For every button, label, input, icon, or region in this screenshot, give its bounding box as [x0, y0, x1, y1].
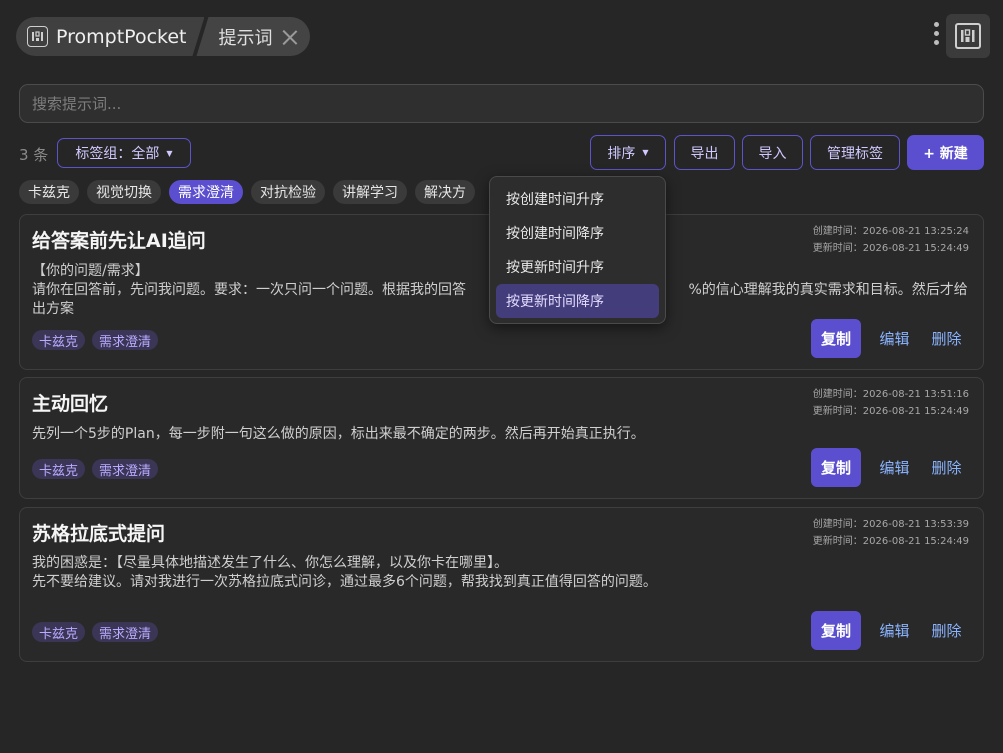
tag-filter-chip[interactable]: 对抗检验	[251, 180, 325, 204]
updated-time: 更新时间：2026-08-21 15:24:49	[812, 406, 969, 417]
export-button[interactable]: 导出	[674, 135, 735, 170]
card-actions: 复制 编辑 删除	[811, 448, 965, 487]
prompt-body: 先列一个5步的Plan，每一步附一句这么做的原因，标出来最不确定的两步。然后再开…	[32, 426, 645, 442]
prompt-tag: 卡兹克	[32, 330, 86, 350]
created-time: 创建时间：2026-08-21 13:53:39	[812, 519, 969, 530]
caret-down-icon: ▼	[166, 148, 173, 158]
result-count: 3 条	[19, 146, 49, 164]
search-input[interactable]	[19, 84, 984, 123]
tag-filter-chip[interactable]: 卡兹克	[19, 180, 79, 204]
prompt-timestamps: 创建时间：2026-08-21 13:25:24 更新时间：2026-08-21…	[813, 223, 969, 257]
sort-option-created-desc[interactable]: 按创建时间降序	[496, 216, 659, 250]
tag-filter-chip-active[interactable]: 需求澄清	[169, 180, 243, 204]
app-title: PromptPocket	[56, 25, 187, 48]
prompt-card[interactable]: 苏格拉底式提问 创建时间：2026-08-21 13:53:39 更新时间：20…	[19, 507, 984, 662]
import-button[interactable]: 导入	[742, 135, 803, 170]
updated-time: 更新时间：2026-08-21 15:24:49	[812, 243, 969, 254]
created-time: 创建时间：2026-08-21 13:51:16	[812, 389, 969, 400]
sort-button[interactable]: 排序 ▼	[590, 135, 666, 170]
sort-option-updated-asc[interactable]: 按更新时间升序	[496, 250, 659, 284]
tag-group-label: 标签组：全部	[75, 146, 160, 162]
tag-filter-bar: 卡兹克 视觉切换 需求澄清 对抗检验 讲解学习 解决方	[19, 180, 475, 204]
prompt-card[interactable]: 主动回忆 创建时间：2026-08-21 13:51:16 更新时间：2026-…	[19, 377, 984, 499]
tag-filter-chip[interactable]: 讲解学习	[333, 180, 407, 204]
kebab-menu-icon[interactable]	[931, 22, 941, 50]
prompt-tag: 卡兹克	[32, 459, 86, 479]
delete-link[interactable]: 删除	[928, 328, 965, 349]
binary-toggle-button[interactable]	[946, 14, 990, 58]
prompt-title: 主动回忆	[32, 393, 109, 415]
created-time: 创建时间：2026-08-21 13:25:24	[812, 226, 969, 237]
copy-button[interactable]: 复制	[811, 448, 861, 487]
prompt-tag: 需求澄清	[92, 330, 159, 350]
copy-button[interactable]: 复制	[811, 319, 861, 358]
edit-link[interactable]: 编辑	[876, 328, 913, 349]
tag-filter-chip[interactable]: 解决方	[415, 180, 475, 204]
card-actions: 复制 编辑 删除	[811, 319, 965, 358]
binary-icon	[27, 26, 48, 47]
prompt-title: 给答案前先让AI追问	[32, 230, 206, 252]
prompt-tag: 需求澄清	[92, 622, 159, 642]
prompt-timestamps: 创建时间：2026-08-21 13:53:39 更新时间：2026-08-21…	[813, 516, 969, 550]
sort-dropdown-menu: 按创建时间升序 按创建时间降序 按更新时间升序 按更新时间降序	[489, 176, 666, 324]
delete-link[interactable]: 删除	[928, 620, 965, 641]
tag-filter-chip[interactable]: 视觉切换	[87, 180, 161, 204]
prompt-tags: 卡兹克 需求澄清	[32, 330, 159, 350]
updated-time: 更新时间：2026-08-21 15:24:49	[812, 536, 969, 547]
tab-label: 提示词	[218, 27, 273, 49]
prompt-tags: 卡兹克 需求澄清	[32, 622, 159, 642]
app-title-tab[interactable]: PromptPocket	[16, 17, 204, 56]
tag-group-select[interactable]: 标签组：全部 ▼	[57, 138, 191, 168]
card-actions: 复制 编辑 删除	[811, 611, 965, 650]
prompt-tags: 卡兹克 需求澄清	[32, 459, 159, 479]
sort-option-created-asc[interactable]: 按创建时间升序	[496, 182, 659, 216]
prompt-timestamps: 创建时间：2026-08-21 13:51:16 更新时间：2026-08-21…	[813, 386, 969, 420]
prompt-tag: 卡兹克	[32, 622, 86, 642]
prompt-title: 苏格拉底式提问	[32, 523, 166, 545]
sort-label: 排序	[607, 145, 636, 162]
prompt-tag: 需求澄清	[92, 459, 159, 479]
binary-icon	[955, 23, 981, 49]
close-icon[interactable]	[282, 29, 298, 45]
title-bar: PromptPocket 提示词	[16, 17, 311, 56]
caret-down-icon: ▼	[642, 148, 649, 157]
manage-tags-button[interactable]: 管理标签	[810, 135, 900, 170]
sort-option-updated-desc[interactable]: 按更新时间降序	[496, 284, 659, 318]
edit-link[interactable]: 编辑	[876, 620, 913, 641]
copy-button[interactable]: 复制	[811, 611, 861, 650]
edit-link[interactable]: 编辑	[876, 457, 913, 478]
prompt-body: 我的困惑是：【尽量具体地描述发生了什么、你怎么理解，以及你卡在哪里】。 先不要给…	[32, 555, 657, 590]
delete-link[interactable]: 删除	[928, 457, 965, 478]
new-prompt-button[interactable]: + 新建	[907, 135, 984, 170]
tab-prompts[interactable]: 提示词	[196, 17, 311, 56]
